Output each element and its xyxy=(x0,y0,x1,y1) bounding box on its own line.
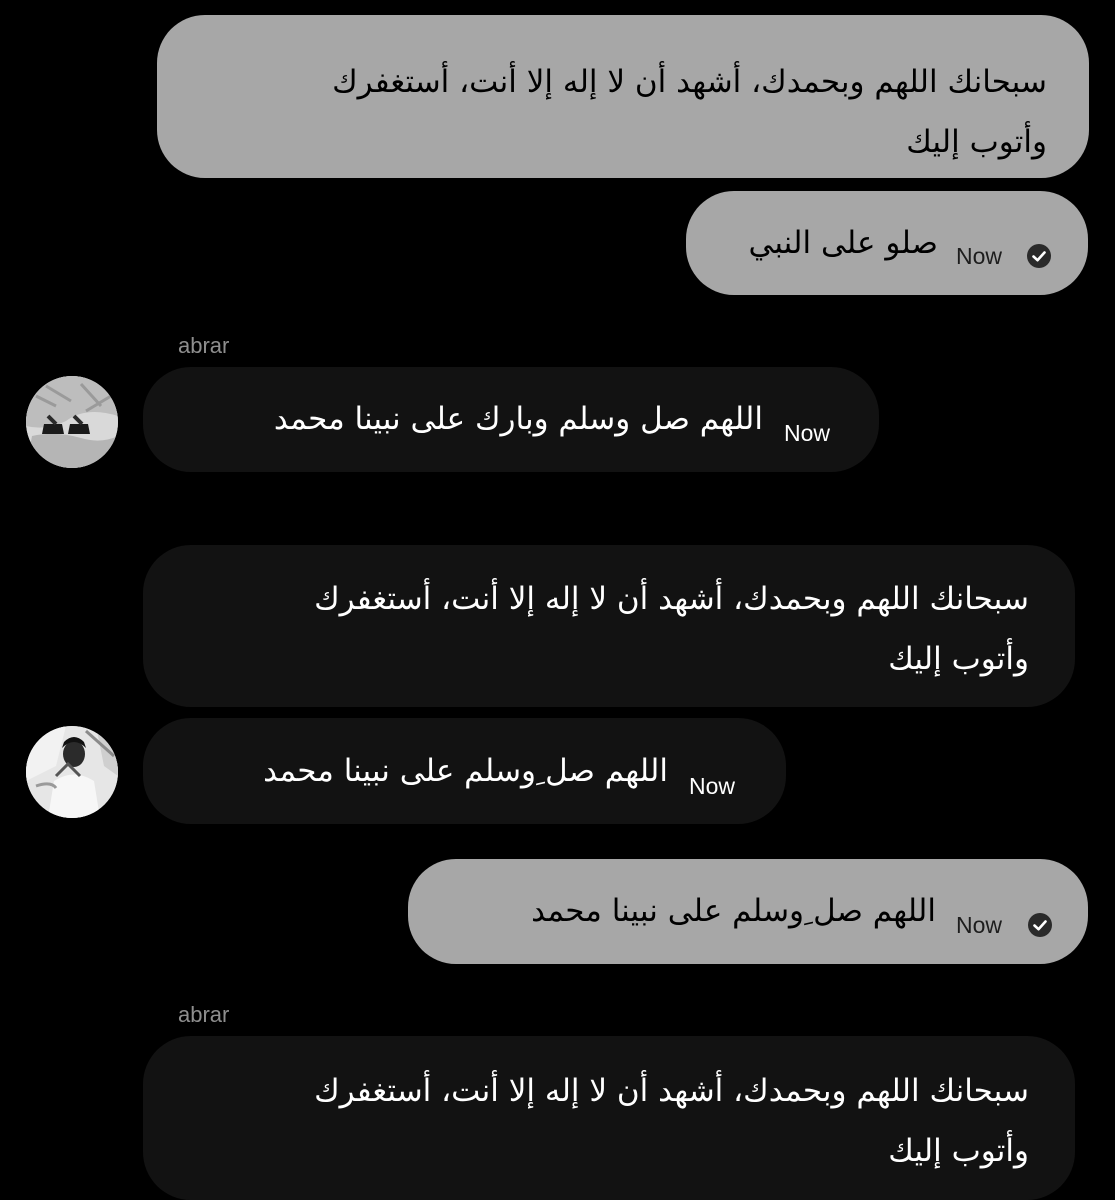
incoming-message[interactable]: اللهم صل ِوسلم على نبينا محمد Now xyxy=(143,718,786,824)
profile-avatar[interactable] xyxy=(26,726,118,818)
profile-avatar[interactable] xyxy=(26,376,118,468)
message-text: سبحانك اللهم وبحمدك، أشهد أن لا إله إلا … xyxy=(314,581,1029,677)
message-timestamp: Now xyxy=(956,912,1003,938)
check-circle-icon xyxy=(1028,913,1052,937)
sender-name: abrar xyxy=(178,333,230,358)
message-text: سبحانك اللهم وبحمدك، أشهد أن لا إله إلا … xyxy=(314,1073,1029,1169)
incoming-message[interactable]: سبحانك اللهم وبحمدك، أشهد أن لا إله إلا … xyxy=(143,545,1075,707)
message-timestamp: Now xyxy=(956,243,1003,269)
message-text: سبحانك اللهم وبحمدك، أشهد أن لا إله إلا … xyxy=(332,64,1047,160)
message-text: صلو على النبي xyxy=(748,225,938,261)
sender-name: abrar xyxy=(178,1002,230,1027)
check-circle-icon xyxy=(1027,244,1051,268)
outgoing-message[interactable]: صلو على النبي Now xyxy=(686,191,1088,295)
message-timestamp: Now xyxy=(784,420,831,446)
incoming-message[interactable]: سبحانك اللهم وبحمدك، أشهد أن لا إله إلا … xyxy=(143,1036,1075,1200)
message-text: اللهم صل ِوسلم على نبينا محمد xyxy=(263,753,668,789)
message-text: اللهم صل وسلم وبارك على نبينا محمد xyxy=(273,401,763,437)
outgoing-message[interactable]: سبحانك اللهم وبحمدك، أشهد أن لا إله إلا … xyxy=(157,15,1089,178)
incoming-message[interactable]: اللهم صل وسلم وبارك على نبينا محمد Now xyxy=(143,367,879,472)
message-timestamp: Now xyxy=(689,773,736,799)
message-text: اللهم صل ِوسلم على نبينا محمد xyxy=(531,893,936,929)
outgoing-message[interactable]: اللهم صل ِوسلم على نبينا محمد Now xyxy=(408,859,1088,964)
